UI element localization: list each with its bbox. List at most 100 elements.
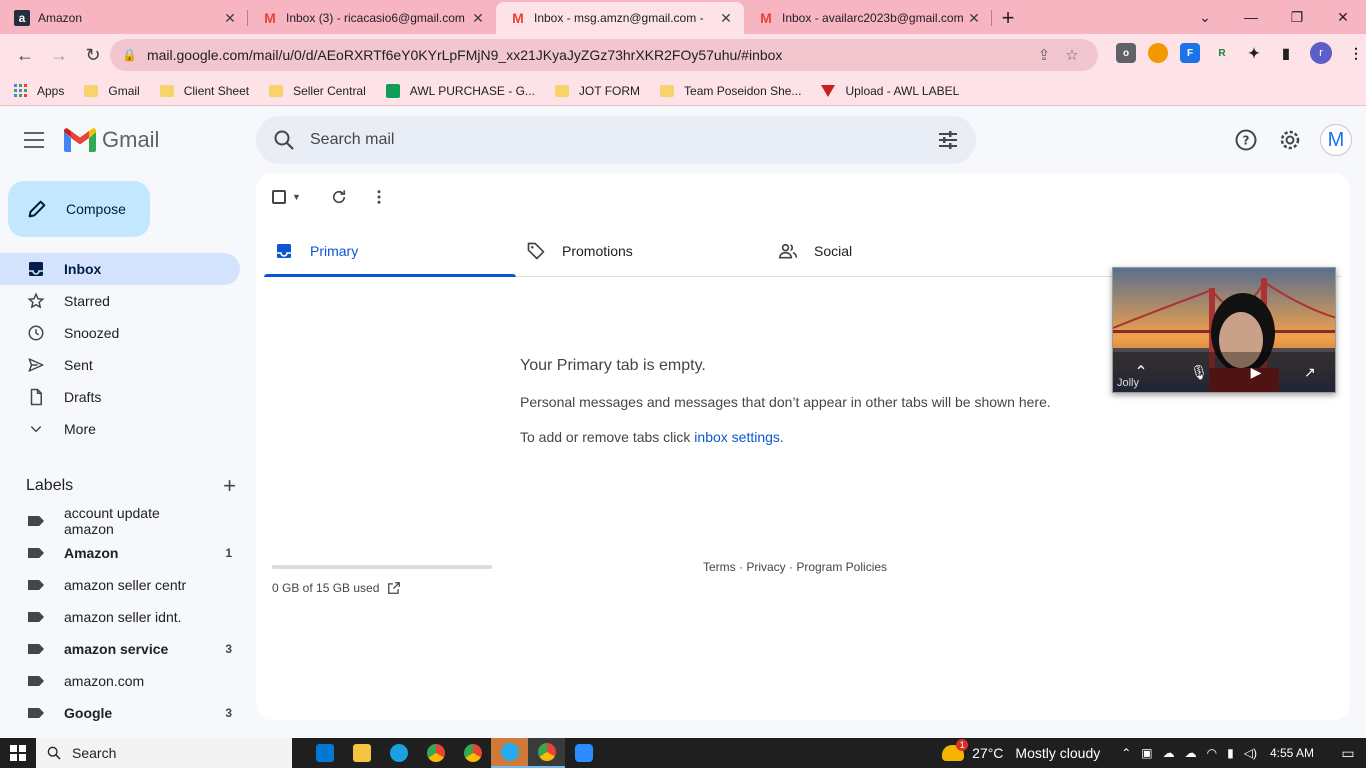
tab-social[interactable]: Social <box>768 225 1020 277</box>
bookmark-client-sheet[interactable]: Client Sheet <box>159 84 249 98</box>
close-icon[interactable]: ✕ <box>222 10 238 26</box>
extension-rs-icon[interactable]: R <box>1212 43 1232 63</box>
label-item[interactable]: Amazon 1 <box>0 537 240 569</box>
chrome-icon[interactable] <box>417 738 454 768</box>
gmail-m-icon <box>64 128 96 152</box>
browser-tab-gmail-availarc[interactable]: M Inbox - availarc2023b@gmail.com ✕ <box>744 2 992 34</box>
extension-fba-icon[interactable]: F <box>1180 43 1200 63</box>
label-item[interactable]: amazon service 3 <box>0 633 240 665</box>
store-app-icon[interactable] <box>306 738 343 768</box>
close-icon[interactable]: ✕ <box>470 10 486 26</box>
extension-off-icon[interactable]: o <box>1116 43 1136 63</box>
video-call-overlay[interactable]: ⌃ 🎙 ▶ ↗ Jolly <box>1112 267 1336 393</box>
search-bar[interactable] <box>256 116 976 164</box>
chrome-profile-icon[interactable] <box>454 738 491 768</box>
search-icon[interactable] <box>272 128 296 152</box>
bookmark-star-icon[interactable]: ☆ <box>1058 46 1086 64</box>
forward-icon[interactable]: → <box>45 41 73 69</box>
bookmark-gmail[interactable]: Gmail <box>84 84 140 98</box>
cloud-icon[interactable]: ☁ <box>1163 746 1175 760</box>
close-icon[interactable]: ✕ <box>718 10 734 26</box>
gmail-header: Gmail ? M <box>0 107 1366 173</box>
label-item[interactable]: account update amazon <box>0 505 240 537</box>
chrome-active-icon[interactable] <box>528 738 565 768</box>
telegram-icon[interactable] <box>491 738 528 768</box>
more-options-icon[interactable] <box>367 185 391 209</box>
browser-menu-icon[interactable]: ⋮ <box>1346 43 1366 63</box>
browser-tab-gmail-msgamzn[interactable]: M Inbox - msg.amzn@gmail.com - ✕ <box>496 2 744 34</box>
onedrive-icon[interactable]: ☁ <box>1185 746 1197 760</box>
account-avatar[interactable]: M <box>1320 124 1352 156</box>
bookmark-seller-central[interactable]: Seller Central <box>269 84 366 98</box>
select-dropdown-icon[interactable]: ▼ <box>292 192 301 202</box>
nav-item-sent[interactable]: Sent <box>0 349 240 381</box>
window-close-icon[interactable]: ✕ <box>1320 0 1366 34</box>
address-bar[interactable]: 🔒 mail.google.com/mail/u/0/d/AEoRXRTf6eY… <box>110 39 1098 71</box>
share-icon[interactable]: ⇪ <box>1030 46 1058 64</box>
open-external-icon[interactable] <box>387 581 401 595</box>
camera-icon[interactable]: ▶ <box>1251 364 1262 381</box>
popout-icon[interactable]: ↗ <box>1304 364 1316 381</box>
side-panel-icon[interactable]: ▮ <box>1276 43 1296 63</box>
tag-icon <box>526 241 546 261</box>
storage-usage-bar <box>272 565 492 569</box>
label-item[interactable]: amazon.com <box>0 665 240 697</box>
volume-icon[interactable]: ◁) <box>1244 746 1257 760</box>
gmail-logo[interactable]: Gmail <box>64 127 159 153</box>
minimize-icon[interactable]: — <box>1228 0 1274 34</box>
chevron-up-icon[interactable]: ⌃ <box>1121 746 1131 760</box>
browser-tab-amazon[interactable]: a Amazon ✕ <box>0 2 248 34</box>
browser-profile-avatar[interactable]: r <box>1310 42 1332 64</box>
bookmark-awl-purchase[interactable]: AWL PURCHASE - G... <box>385 83 535 98</box>
tab-search-icon[interactable]: ⌄ <box>1182 0 1228 34</box>
meet-now-icon[interactable]: ▣ <box>1141 746 1152 760</box>
nav-item-inbox[interactable]: Inbox <box>0 253 240 285</box>
bookmark-team-poseidon[interactable]: Team Poseidon She... <box>660 84 801 98</box>
add-label-icon[interactable]: + <box>223 473 236 499</box>
browser-tab-gmail-ricacasio[interactable]: M Inbox (3) - ricacasio6@gmail.com ✕ <box>248 2 496 34</box>
bookmark-upload-awl[interactable]: Upload - AWL LABEL <box>821 84 959 98</box>
back-icon[interactable]: ← <box>11 41 39 69</box>
close-icon[interactable]: ✕ <box>966 10 982 26</box>
clock[interactable]: 4:55 AM <box>1270 746 1314 760</box>
tab-primary[interactable]: Primary <box>264 225 516 277</box>
lock-icon[interactable]: 🔒 <box>122 48 137 62</box>
file-explorer-icon[interactable] <box>343 738 380 768</box>
help-icon[interactable]: ? <box>1226 120 1266 160</box>
label-item[interactable]: amazon seller centr <box>0 569 240 601</box>
wifi-icon[interactable]: ◠ <box>1207 746 1217 760</box>
weather-widget[interactable]: 1 27°C Mostly cloudy <box>942 739 1100 761</box>
compose-button[interactable]: Compose <box>8 181 150 237</box>
edge-icon[interactable] <box>380 738 417 768</box>
microphone-icon[interactable]: ▮ <box>1227 746 1234 760</box>
taskbar-search[interactable]: Search <box>36 738 292 768</box>
new-tab-button[interactable]: + <box>992 2 1024 34</box>
extension-orange-icon[interactable] <box>1148 43 1168 63</box>
inbox-settings-link[interactable]: inbox settings <box>694 429 780 445</box>
footer-links[interactable]: Terms · Privacy · Program Policies <box>703 560 887 574</box>
nav-item-drafts[interactable]: Drafts <box>0 381 240 413</box>
nav-item-snoozed[interactable]: Snoozed <box>0 317 240 349</box>
bookmark-jot-form[interactable]: JOT FORM <box>554 84 640 98</box>
search-options-icon[interactable] <box>936 128 960 152</box>
reload-icon[interactable]: ↻ <box>79 41 107 69</box>
mic-muted-icon[interactable]: 🎙 <box>1190 364 1208 381</box>
restore-icon[interactable]: ❐ <box>1274 0 1320 34</box>
nav-item-more[interactable]: More <box>0 413 240 445</box>
select-all-checkbox[interactable] <box>272 190 286 204</box>
tab-promotions[interactable]: Promotions <box>516 225 768 277</box>
label-item[interactable]: Google 3 <box>0 697 240 729</box>
video-controls: ⌃ 🎙 ▶ ↗ <box>1113 352 1335 392</box>
nav-item-starred[interactable]: Starred <box>0 285 240 317</box>
puzzle-icon[interactable]: ✦ <box>1244 43 1264 63</box>
notification-icon[interactable]: ▭ <box>1330 745 1366 762</box>
main-menu-icon[interactable] <box>24 132 44 148</box>
url-text[interactable]: mail.google.com/mail/u/0/d/AEoRXRTf6eY0K… <box>147 47 1030 63</box>
windows-start-icon[interactable] <box>0 738 36 768</box>
settings-gear-icon[interactable] <box>1270 120 1310 160</box>
zoom-icon[interactable] <box>565 738 602 768</box>
refresh-icon[interactable] <box>327 185 351 209</box>
label-item[interactable]: amazon seller idnt. <box>0 601 240 633</box>
search-input[interactable] <box>310 131 936 149</box>
bookmark-apps[interactable]: Apps <box>14 84 64 98</box>
